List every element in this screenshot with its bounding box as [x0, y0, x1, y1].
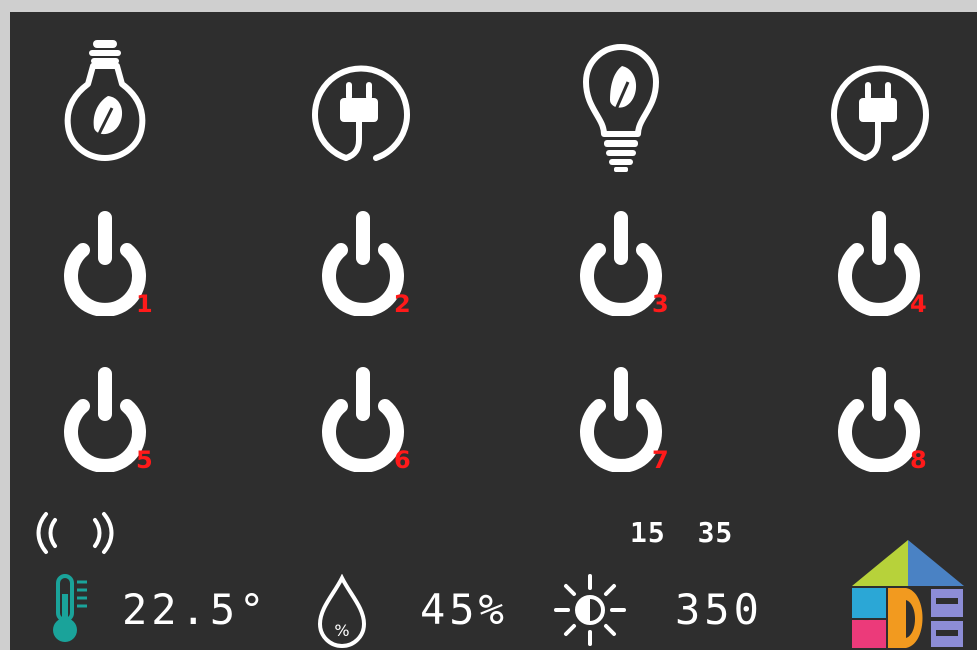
leaf-bulb-icon — [583, 44, 659, 172]
button-number: 4 — [910, 290, 927, 318]
control-panel: 1 2 3 4 5 6 7 8 15 35 22.5° % 45% 350 — [10, 12, 977, 650]
power-button-4[interactable]: 4 — [824, 206, 934, 318]
smart-home-logo-icon — [852, 540, 965, 649]
humidity-value: 45% — [420, 585, 508, 634]
button-number: 8 — [910, 446, 927, 474]
brightness-icon — [554, 574, 626, 646]
plug-icon — [312, 65, 410, 161]
light-value: 350 — [675, 585, 763, 634]
eco-bulb-icon — [64, 40, 146, 161]
button-number: 2 — [394, 290, 411, 318]
button-number: 6 — [394, 446, 411, 474]
power-button-3[interactable]: 3 — [566, 206, 676, 318]
button-number: 7 — [652, 446, 669, 474]
power-button-2[interactable]: 2 — [308, 206, 418, 318]
button-number: 3 — [652, 290, 669, 318]
humidity-drop-icon: % — [317, 574, 367, 648]
power-button-6[interactable]: 6 — [308, 362, 418, 474]
power-button-7[interactable]: 7 — [566, 362, 676, 474]
plug-icon — [831, 65, 929, 161]
power-button-8[interactable]: 8 — [824, 362, 934, 474]
power-button-1[interactable]: 1 — [50, 206, 160, 318]
clock-time: 15 35 — [630, 516, 734, 549]
svg-text:%: % — [334, 621, 349, 640]
temperature-value: 22.5° — [122, 585, 269, 634]
power-button-5[interactable]: 5 — [50, 362, 160, 474]
button-number: 1 — [136, 290, 153, 318]
button-number: 5 — [136, 446, 153, 474]
thermometer-icon — [53, 574, 87, 642]
wireless-signal-icon — [36, 512, 114, 554]
